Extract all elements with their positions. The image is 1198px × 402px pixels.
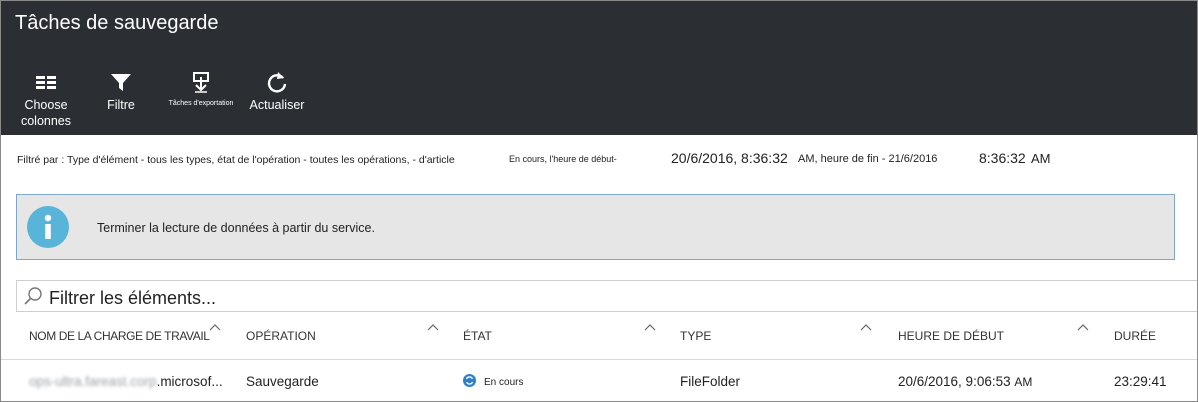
export-tasks-label: Tâches d'exportation bbox=[168, 100, 234, 107]
choose-columns-label-line2: colonnes bbox=[20, 114, 72, 128]
info-message: Terminer la lecture de données à partir … bbox=[97, 221, 375, 235]
choose-columns-label-line1: Choose bbox=[24, 98, 68, 112]
blade-header: Tâches de sauvegarde Choose colonnes Fil… bbox=[1, 1, 1197, 135]
search-input[interactable] bbox=[49, 287, 849, 309]
sort-chevron-up-icon[interactable] bbox=[427, 323, 439, 331]
export-tasks-button[interactable]: Tâches d'exportation bbox=[161, 71, 241, 108]
cell-status: En cours bbox=[463, 374, 523, 388]
refresh-label: Actualiser bbox=[249, 98, 305, 112]
columns-icon bbox=[15, 71, 77, 93]
table-header: NOM DE LA CHARGE DE TRAVAIL OPÉRATION ÉT… bbox=[1, 319, 1197, 360]
page-title: Tâches de sauvegarde bbox=[15, 12, 219, 34]
column-header-start-time[interactable]: HEURE DE DÉBUT bbox=[898, 329, 1004, 343]
window-frame: Tâches de sauvegarde Choose colonnes Fil… bbox=[0, 0, 1198, 402]
start-time-value: 20/6/2016, 9:06:53 bbox=[898, 374, 1011, 389]
workload-visible-text: .microsof... bbox=[156, 374, 223, 389]
table-row[interactable]: ops-ultra.fareast.corp.microsof... Sauve… bbox=[1, 360, 1197, 401]
cell-workload: ops-ultra.fareast.corp.microsof... bbox=[29, 374, 223, 389]
refresh-button[interactable]: Actualiser bbox=[247, 71, 307, 113]
choose-columns-button[interactable]: Choose colonnes bbox=[15, 71, 77, 129]
filter-end-time: 8:36:32 bbox=[979, 150, 1026, 166]
sort-chevron-up-icon[interactable] bbox=[860, 323, 872, 331]
redacted-workload-text: ops-ultra.fareast.corp bbox=[29, 374, 157, 389]
filter-summary: Filtré par : Type d'élément - tous les t… bbox=[17, 150, 1187, 173]
filter-summary-prefix: Filtré par : Type d'élément - tous les t… bbox=[17, 154, 455, 166]
filter-start-date: 20/6/2016, 8:36:32 bbox=[671, 150, 788, 166]
info-icon bbox=[27, 206, 69, 248]
column-header-duration[interactable]: DURÉE bbox=[1114, 329, 1156, 343]
cell-duration: 23:29:41 bbox=[1114, 374, 1167, 389]
column-header-workload[interactable]: NOM DE LA CHARGE DE TRAVAIL bbox=[29, 329, 210, 343]
filter-summary-mid: AM, heure de fin - 21/6/2016 bbox=[798, 153, 938, 165]
start-time-ampm: AM bbox=[1014, 375, 1033, 389]
search-icon bbox=[23, 286, 43, 311]
cell-operation: Sauvegarde bbox=[246, 374, 319, 389]
info-banner: Terminer la lecture de données à partir … bbox=[16, 194, 1175, 260]
filter-end-ampm: AM bbox=[1031, 151, 1051, 166]
filter-button[interactable]: Filtre bbox=[99, 71, 143, 113]
in-progress-icon bbox=[463, 374, 476, 387]
cell-type: FileFolder bbox=[680, 374, 741, 389]
filter-label: Filtre bbox=[107, 98, 135, 112]
column-header-operation[interactable]: OPÉRATION bbox=[246, 329, 316, 343]
column-header-status[interactable]: ÉTAT bbox=[463, 329, 492, 343]
export-icon bbox=[161, 71, 241, 93]
search-box[interactable] bbox=[16, 280, 1197, 312]
filter-summary-status: En cours, l'heure de début- bbox=[509, 154, 617, 164]
cell-start-time: 20/6/2016, 9:06:53 AM bbox=[898, 374, 1032, 389]
sort-chevron-up-icon[interactable] bbox=[209, 323, 221, 331]
sort-chevron-up-icon[interactable] bbox=[1077, 323, 1089, 331]
filter-icon bbox=[99, 71, 143, 93]
sort-chevron-up-icon[interactable] bbox=[644, 323, 656, 331]
status-text: En cours bbox=[484, 377, 524, 388]
column-header-type[interactable]: TYPE bbox=[680, 329, 711, 343]
refresh-icon bbox=[247, 71, 307, 93]
